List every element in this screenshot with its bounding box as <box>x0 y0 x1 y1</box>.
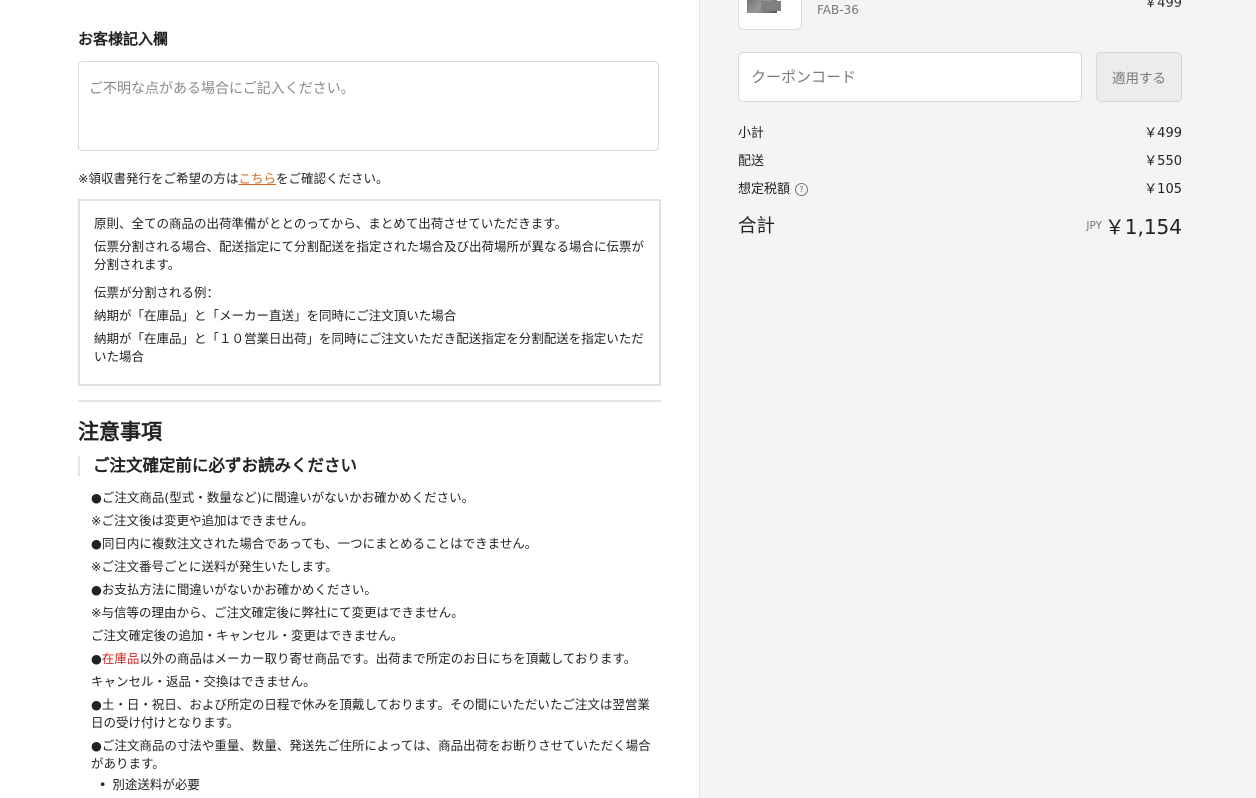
bullet: ● <box>91 651 102 666</box>
receipt-note-prefix: ※領収書発行をご希望の方は <box>78 171 239 186</box>
section-divider <box>78 400 661 402</box>
notice-line: ●同日内に複数注文された場合であっても、一つにまとめることはできません。 <box>91 536 538 551</box>
receipt-note: ※領収書発行をご希望の方はこちらをご確認ください。 <box>78 168 389 187</box>
notice-line-text: 以外の商品はメーカー取り寄せ商品です。出荷まで所定のお日にちを頂戴しております。 <box>139 651 637 666</box>
customer-memo-label: お客様記入欄 <box>78 30 169 48</box>
currency-code: JPY <box>1086 220 1102 232</box>
notice-line: ※ご注文番号ごとに送料が発生いたします。 <box>91 559 338 574</box>
order-summary-column: FAB-36 ￥499 適用する 小計 ￥499 配送 ￥550 想定税額? ￥… <box>699 0 1256 798</box>
order-form-column: お客様記入欄 ※領収書発行をご希望の方はこちらをご確認ください。 原則、全ての商… <box>0 0 699 798</box>
notice-line: ご注文確定後の追加・キャンセル・変更はできません。 <box>91 628 404 643</box>
product-image-shape <box>761 1 781 11</box>
total-row: 合計 JPY ￥1,154 <box>738 210 1182 240</box>
shipping-info-line: 伝票が分割される例： <box>94 285 220 300</box>
shipping-info-line: 伝票分割される場合、配送指定にて分割配送を指定された場合及び出荷場所が異なる場合… <box>94 239 645 272</box>
total-label: 合計 <box>738 216 776 237</box>
product-sku: FAB-36 <box>817 3 859 17</box>
notice-line: ※与信等の理由から、ご注文確定後に弊社にて変更はできません。 <box>91 605 464 620</box>
notice-line: キャンセル・返品・交換はできません。 <box>91 674 316 689</box>
tax-label: 想定税額 <box>738 182 791 197</box>
receipt-link[interactable]: こちら <box>238 171 276 186</box>
notice-line: ●ご注文商品の寸法や重量、数量、発送先ご住所によっては、商品出荷をお断りさせてい… <box>91 738 651 771</box>
product-thumbnail <box>738 0 802 30</box>
subtotal-value: ￥499 <box>1144 126 1182 141</box>
total-value: ￥1,154 <box>1104 215 1182 239</box>
question-circle-icon[interactable]: ? <box>795 183 809 196</box>
notice-line: ●ご注文商品(型式・数量など)に間違いがないかお確かめください。 <box>91 490 475 505</box>
shipping-value: ￥550 <box>1144 154 1182 169</box>
notice-list: ●ご注文商品(型式・数量など)に間違いがないかお確かめください。 ※ご注文後は変… <box>91 489 651 794</box>
customer-memo-textarea[interactable] <box>78 61 659 151</box>
product-price: ￥499 <box>1144 0 1182 11</box>
notice-line: ●お支払方法に間違いがないかお確かめください。 <box>91 582 377 597</box>
notice-line: ※ご注文後は変更や追加はできません。 <box>91 513 314 528</box>
tax-label-wrap: 想定税額? <box>738 180 809 200</box>
shipping-info-line: 納期が「在庫品」と「メーカー直送」を同時にご注文頂いた場合 <box>94 308 457 323</box>
notice-title: 注意事項 <box>78 420 162 444</box>
notice-line: ●土・日・祝日、および所定の日程で休みを頂戴しております。その間にいただいたご注… <box>91 697 650 730</box>
notice-subtitle: ご注文確定前に必ずお読みください <box>78 456 357 476</box>
receipt-note-suffix: をご確認ください。 <box>276 171 389 186</box>
tax-value: ￥105 <box>1144 182 1182 197</box>
apply-coupon-button[interactable]: 適用する <box>1096 52 1182 102</box>
subtotal-row: 小計 ￥499 <box>738 124 1182 144</box>
coupon-code-input[interactable] <box>738 52 1082 102</box>
notice-line-stock: ●在庫品以外の商品はメーカー取り寄せ商品です。出荷まで所定のお日にちを頂戴してお… <box>91 650 651 668</box>
tax-row: 想定税額? ￥105 <box>738 180 1182 200</box>
shipping-label: 配送 <box>738 154 765 169</box>
notice-sub-bullet: 別途送料が必要 <box>99 776 651 794</box>
shipping-info-line: 納期が「在庫品」と「１０営業日出荷」を同時にご注文いただき配送指定を分割配送を指… <box>94 331 644 364</box>
subtotal-label: 小計 <box>738 126 765 141</box>
shipping-row: 配送 ￥550 <box>738 152 1182 172</box>
stock-item-label: 在庫品 <box>101 651 140 666</box>
checkout-page: お客様記入欄 ※領収書発行をご希望の方はこちらをご確認ください。 原則、全ての商… <box>0 0 1256 798</box>
shipping-info-line: 原則、全ての商品の出荷準備がととのってから、まとめて出荷させていただきます。 <box>94 216 568 231</box>
shipping-info-box: 原則、全ての商品の出荷準備がととのってから、まとめて出荷させていただきます。 伝… <box>78 199 661 386</box>
